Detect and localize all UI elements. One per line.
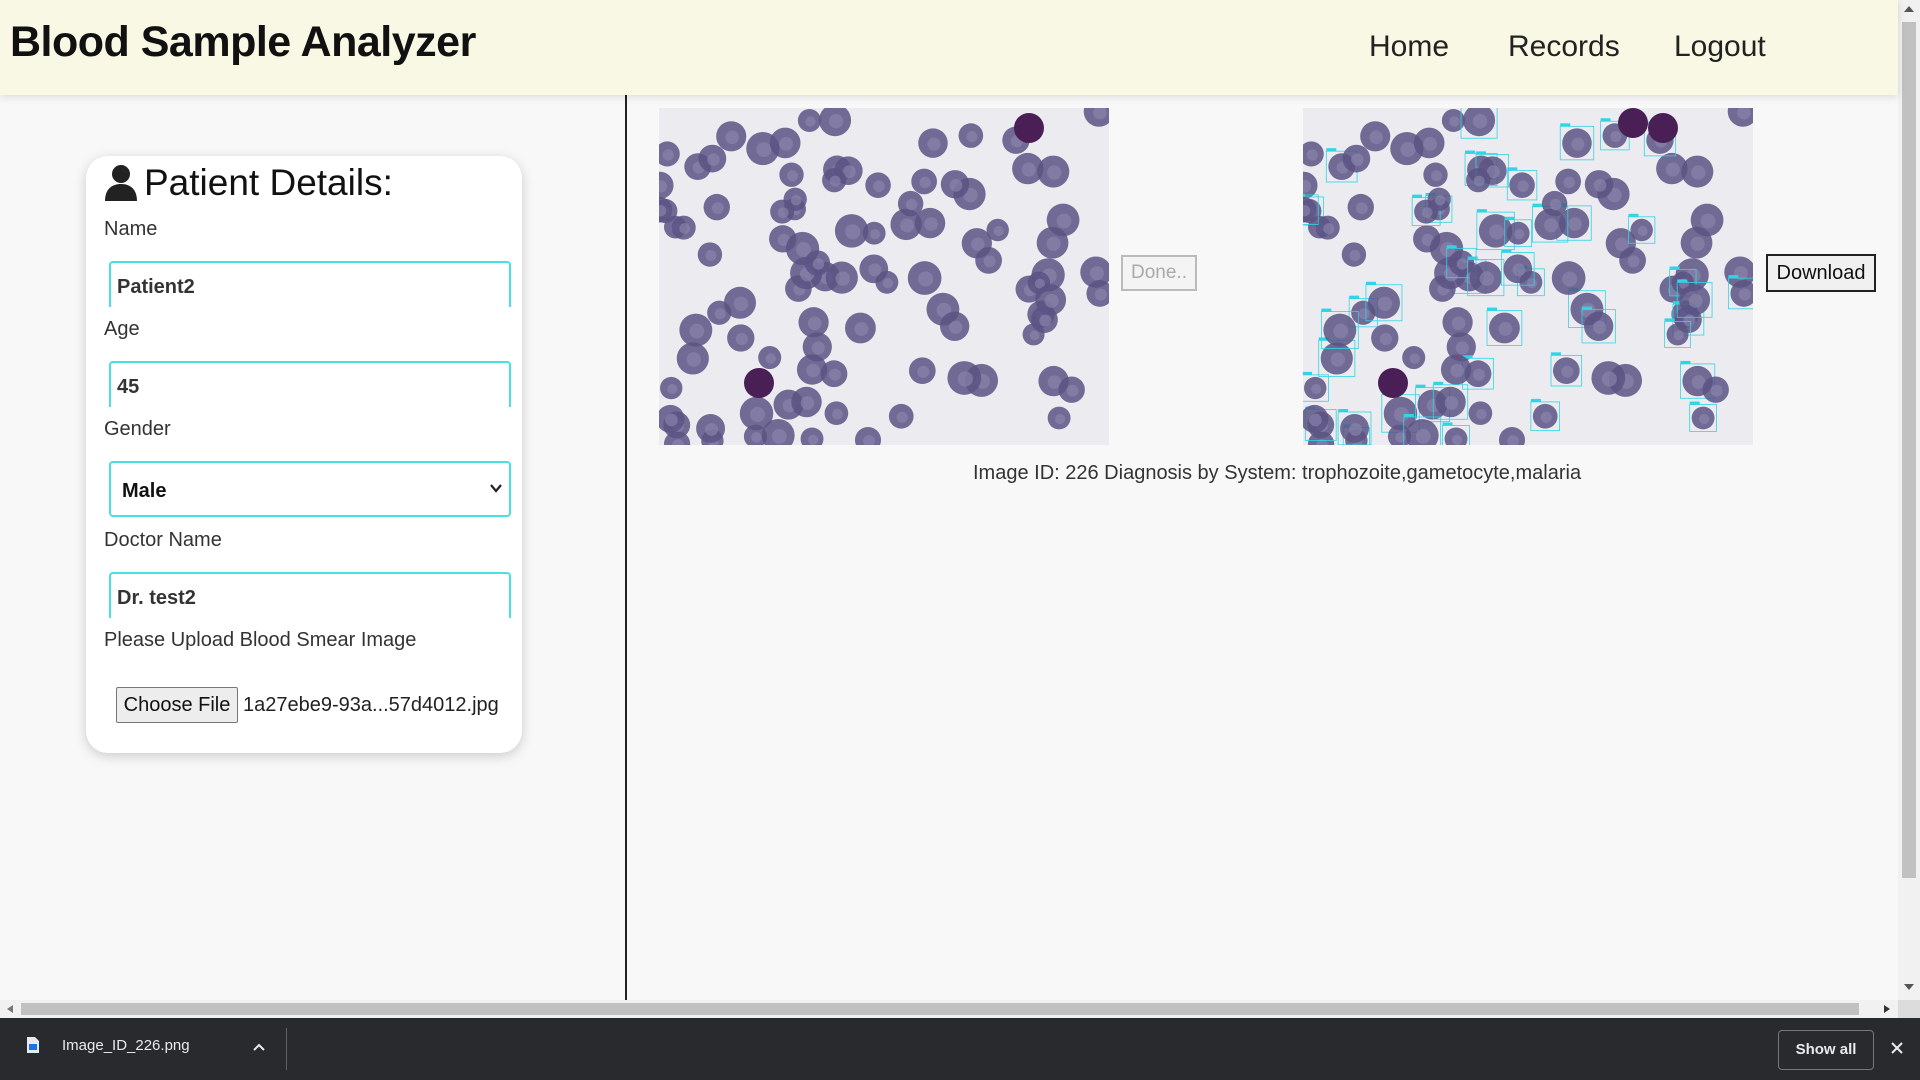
scroll-up-arrow-icon[interactable] xyxy=(1904,6,1914,12)
file-icon xyxy=(27,1037,39,1053)
name-input[interactable]: Patient2 xyxy=(109,261,511,307)
scroll-right-arrow-icon[interactable] xyxy=(1884,1005,1890,1013)
gender-label: Gender xyxy=(104,418,171,440)
upload-label: Please Upload Blood Smear Image xyxy=(104,629,417,651)
show-all-button[interactable]: Show all xyxy=(1778,1030,1874,1070)
caret-up-icon[interactable] xyxy=(252,1042,266,1052)
done-button[interactable]: Done.. xyxy=(1121,255,1197,291)
age-input[interactable]: 45 xyxy=(109,361,511,407)
name-label: Name xyxy=(104,218,158,240)
download-button[interactable]: Download xyxy=(1766,254,1876,292)
age-label: Age xyxy=(104,318,140,340)
download-separator xyxy=(286,1028,287,1070)
download-item[interactable]: Image_ID_226.png xyxy=(26,1036,190,1054)
patient-details-heading: Patient Details: xyxy=(104,162,393,204)
horizontal-scrollbar[interactable] xyxy=(0,1000,1898,1018)
user-icon xyxy=(105,165,137,201)
choose-file-button[interactable]: Choose File xyxy=(116,687,238,723)
doctor-name-input[interactable]: Dr. test2 xyxy=(109,572,511,618)
download-file-name: Image_ID_226.png xyxy=(62,1036,190,1054)
app-title[interactable]: Blood Sample Analyzer xyxy=(10,18,476,67)
gender-selected-value: Male xyxy=(122,480,167,502)
scroll-down-arrow-icon[interactable] xyxy=(1904,984,1914,990)
gender-select[interactable]: Male xyxy=(109,461,511,517)
close-icon[interactable] xyxy=(1889,1040,1905,1056)
horizontal-scroll-thumb[interactable] xyxy=(21,1003,1859,1015)
patient-details-card: Patient Details: Name Patient2 Age 45 Ge… xyxy=(86,156,522,753)
original-blood-smear-image xyxy=(659,108,1109,445)
download-shelf: Image_ID_226.png Show all xyxy=(0,1018,1920,1080)
chevron-down-icon xyxy=(490,484,502,493)
selected-file-name: 1a27ebe9-93a...57d4012.jpg xyxy=(243,694,499,716)
doctor-name-label: Doctor Name xyxy=(104,529,222,551)
vertical-scrollbar[interactable] xyxy=(1898,0,1920,1000)
diagnosis-text: Image ID: 226 Diagnosis by System: troph… xyxy=(973,462,1582,484)
nav-records-link[interactable]: Records xyxy=(1508,30,1620,64)
vertical-scroll-thumb[interactable] xyxy=(1902,22,1916,878)
patient-details-title: Patient Details: xyxy=(144,162,393,203)
scrollbar-corner xyxy=(1898,1000,1920,1018)
column-divider xyxy=(625,95,627,1000)
nav-home-link[interactable]: Home xyxy=(1369,30,1449,64)
scroll-left-arrow-icon[interactable] xyxy=(7,1005,13,1013)
nav-logout-link[interactable]: Logout xyxy=(1674,30,1766,64)
annotated-blood-smear-image xyxy=(1303,108,1753,445)
top-navbar: Blood Sample Analyzer Home Records Logou… xyxy=(0,0,1898,95)
